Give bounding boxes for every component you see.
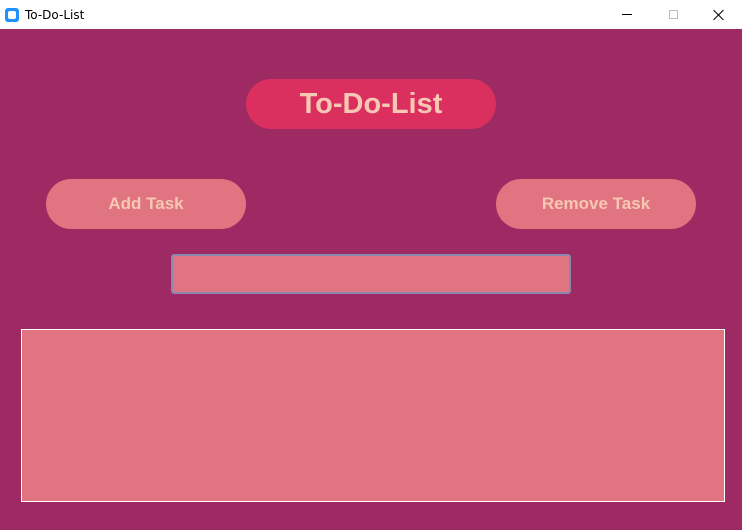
page-title: To-Do-List [246, 79, 496, 129]
close-button[interactable] [696, 0, 742, 29]
maximize-button[interactable] [650, 0, 696, 29]
close-icon [713, 9, 725, 21]
add-task-button[interactable]: Add Task [46, 179, 246, 229]
maximize-icon [668, 10, 678, 19]
remove-task-button[interactable]: Remove Task [496, 179, 696, 229]
app-icon [5, 7, 19, 22]
task-list[interactable] [21, 329, 725, 502]
minimize-icon [622, 14, 632, 15]
app-window: To-Do-List To-Do-List Add Task Remove Ta… [0, 0, 742, 530]
minimize-button[interactable] [604, 0, 650, 29]
task-input[interactable] [171, 254, 571, 294]
window-controls [604, 0, 742, 29]
window-title: To-Do-List [25, 7, 85, 22]
title-bar: To-Do-List [0, 0, 742, 29]
